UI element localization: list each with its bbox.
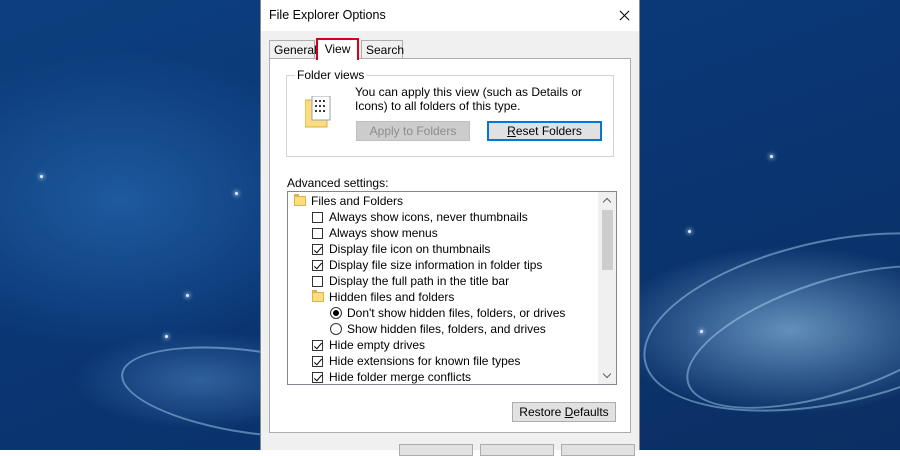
scroll-down-icon[interactable] — [599, 367, 616, 384]
tree-item-label: Display file icon on thumbnails — [329, 242, 491, 256]
close-icon[interactable] — [609, 0, 639, 31]
tree-item-label: Hidden files and folders — [329, 290, 455, 304]
tree-item-label: Always show menus — [329, 226, 438, 240]
wallpaper-star — [770, 155, 773, 158]
tree-item-label: Show hidden files, folders, and drives — [347, 322, 546, 336]
checkbox-checked-icon[interactable] — [312, 244, 323, 255]
folder-views-group: Folder views You can apply this view (su… — [286, 68, 614, 157]
scroll-thumb[interactable] — [602, 210, 613, 270]
scrollbar[interactable] — [598, 192, 616, 384]
tree-item-label: Hide folder merge conflicts — [329, 370, 472, 384]
apply-button[interactable] — [561, 444, 635, 456]
tab-search[interactable]: Search — [361, 40, 404, 58]
checkbox-checked-icon[interactable] — [312, 260, 323, 271]
tree-item-label: Display the full path in the title bar — [329, 274, 510, 288]
wallpaper-star — [235, 192, 238, 195]
folder-view-icon — [305, 96, 331, 128]
wallpaper-star — [700, 330, 703, 333]
wallpaper-star — [186, 294, 189, 297]
checkbox-checked-icon[interactable] — [312, 340, 323, 351]
folder-views-label: Folder views — [295, 68, 367, 82]
tab-view[interactable]: View — [316, 38, 359, 60]
tree-item-label: Hide extensions for known file types — [329, 354, 521, 368]
scroll-up-icon[interactable] — [599, 192, 616, 209]
folder-views-description: You can apply this view (such as Details… — [355, 85, 583, 113]
checkbox-unchecked-icon[interactable] — [312, 212, 323, 223]
wallpaper-star — [40, 175, 43, 178]
wallpaper-star — [688, 230, 691, 233]
restore-defaults-button[interactable]: Restore Defaults — [512, 402, 616, 422]
checkbox-unchecked-icon[interactable] — [312, 228, 323, 239]
checkbox-checked-icon[interactable] — [312, 372, 323, 383]
tab-general[interactable]: General — [269, 40, 317, 58]
radio-unselected-icon[interactable] — [330, 323, 342, 335]
checkbox-checked-icon[interactable] — [312, 356, 323, 367]
tree-item-label: Display file size information in folder … — [329, 258, 543, 272]
advanced-settings-list[interactable]: Files and Folders Always show icons, neve… — [287, 191, 617, 385]
ok-button[interactable] — [399, 444, 473, 456]
checkbox-unchecked-icon[interactable] — [312, 276, 323, 287]
tree-item-label: Don't show hidden files, folders, or dri… — [347, 306, 566, 320]
reset-folders-button[interactable]: Reset Folders — [487, 121, 602, 141]
file-explorer-options-dialog: File Explorer Options General View Searc… — [260, 0, 640, 456]
advanced-settings-label: Advanced settings: — [287, 176, 389, 190]
folder-icon — [294, 194, 306, 206]
radio-selected-icon[interactable] — [330, 307, 342, 319]
cancel-button[interactable] — [480, 444, 554, 456]
tree-item-label: Hide empty drives — [329, 338, 426, 352]
tree-item-label: Files and Folders — [311, 194, 404, 208]
folder-icon — [312, 290, 324, 302]
wallpaper-star — [165, 335, 168, 338]
window-title: File Explorer Options — [269, 8, 386, 22]
apply-to-folders-button[interactable]: Apply to Folders — [356, 121, 470, 141]
tree-item-label: Always show icons, never thumbnails — [329, 210, 528, 224]
title-bar[interactable]: File Explorer Options — [261, 0, 639, 31]
view-tab-panel: Folder views You can apply this view (su… — [269, 58, 631, 433]
